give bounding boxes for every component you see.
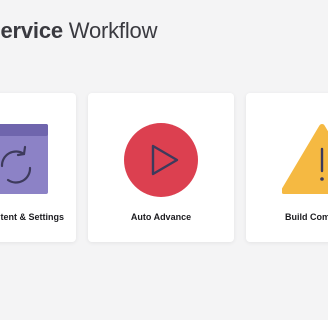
warning-icon [282,124,328,194]
card-label: tent & Settings [0,212,64,222]
build-card[interactable]: Build Com [246,93,328,242]
page-title-bold: Service [0,18,63,43]
page-title-rest: Workflow [62,18,158,43]
page-title: Service Workflow [0,17,157,45]
card-label: Build Com [285,212,328,222]
sync-window-icon [0,124,48,194]
workflow-page: Service Workflow tent & Settings Auto Ad… [0,0,328,320]
play-icon [124,123,198,197]
auto-advance-card[interactable]: Auto Advance [88,93,234,242]
card-label: Auto Advance [130,212,192,222]
content-settings-card[interactable]: tent & Settings [0,93,76,242]
